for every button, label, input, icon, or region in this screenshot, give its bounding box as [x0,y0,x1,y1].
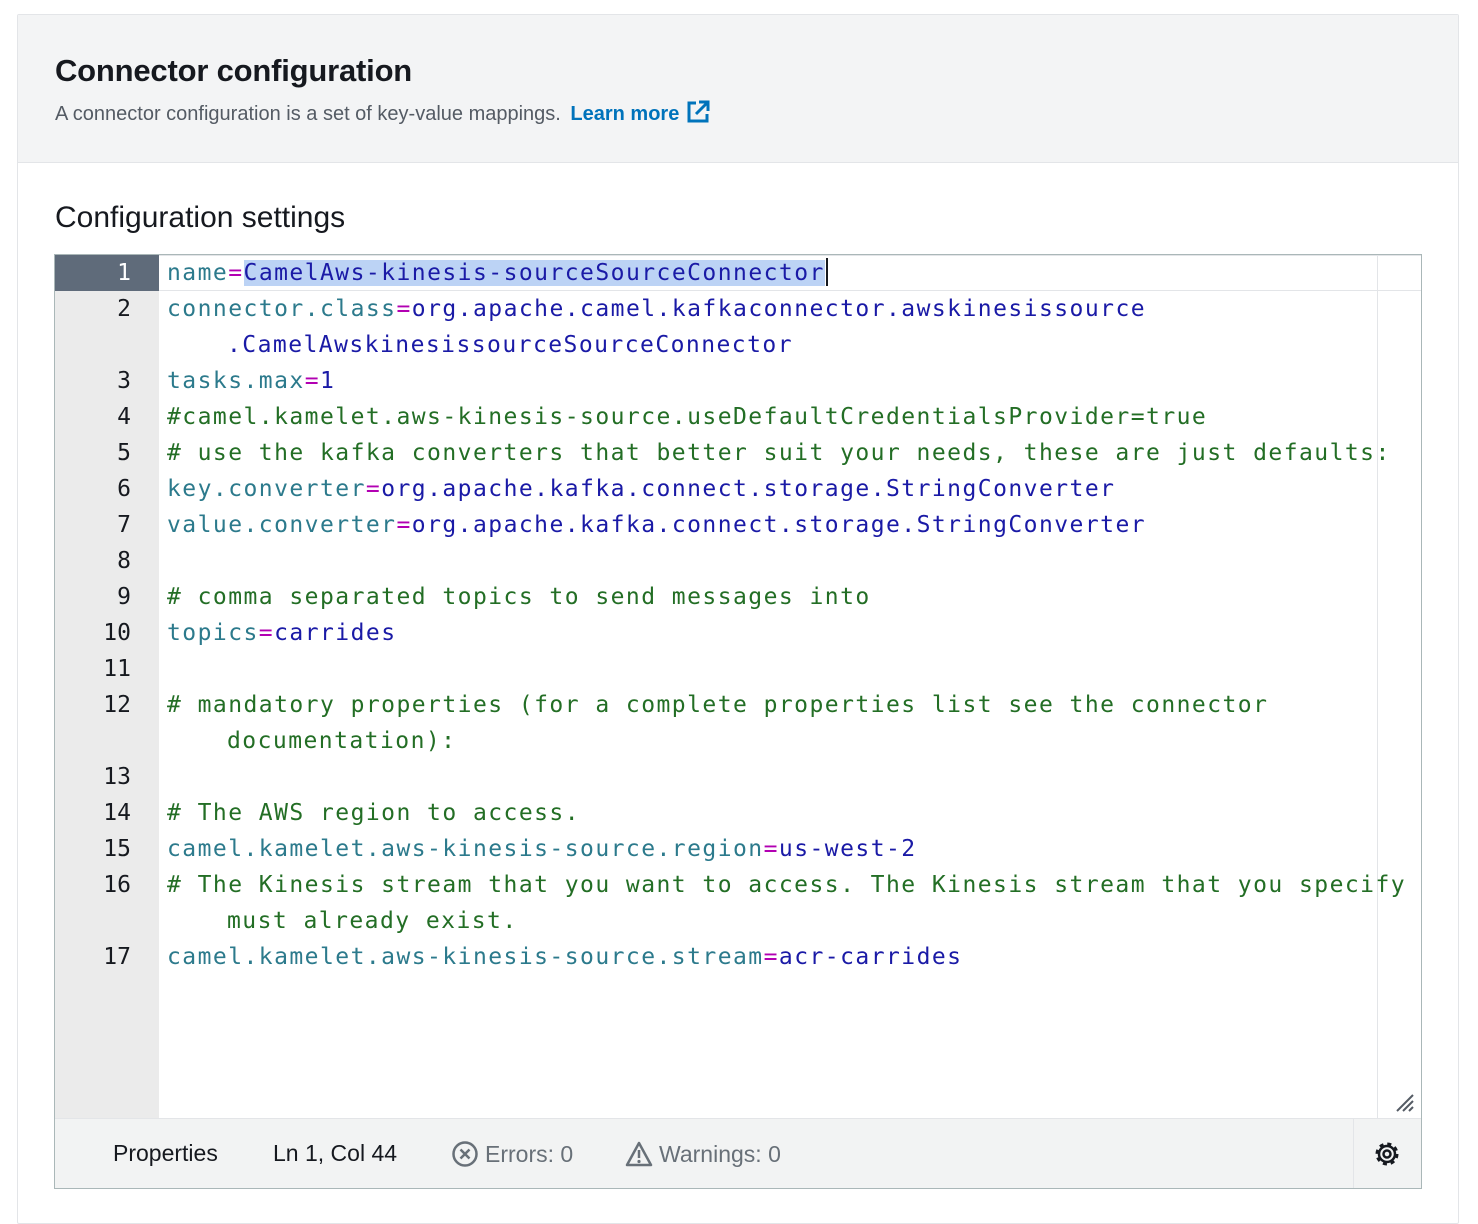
code-line: connector.class=org.apache.camel.kafkaco… [167,291,1146,327]
property-key: connector.class [167,296,397,322]
line-number: 7 [117,512,131,538]
equals-sign: = [228,260,244,286]
equals-sign: = [763,836,779,862]
warning-triangle-icon [625,1141,653,1167]
code-line: value.converter=org.apache.kafka.connect… [167,507,1146,543]
panel-header: Connector configuration A connector conf… [18,15,1458,163]
code-line: tasks.max=1 [167,363,335,399]
line-number: 10 [103,620,131,646]
code-line: key.converter=org.apache.kafka.connect.s… [167,471,1115,507]
code-comment: #camel.kamelet.aws-kinesis-source.useDef… [167,404,1208,430]
line-number: 11 [103,656,131,682]
equals-sign: = [396,296,412,322]
panel-title: Connector configuration [55,53,413,88]
property-key: topics [167,620,259,646]
errors-count: Errors: 0 [485,1141,574,1167]
errors-indicator[interactable]: Errors: 0 [451,1140,573,1168]
property-key: tasks.max [167,368,305,394]
equals-sign: = [763,944,779,970]
line-number: 1 [55,255,159,291]
error-circle-icon [452,1141,478,1167]
code-line-wrapped: .CamelAwskinesissourceSourceConnector [227,327,793,363]
status-divider [1353,1119,1354,1188]
panel-description: A connector configuration is a set of ke… [55,99,711,126]
property-value: us-west-2 [778,836,917,862]
property-value: 1 [320,368,336,394]
line-number: 6 [117,476,131,502]
property-key: camel.kamelet.aws-kinesis-source.region [167,836,764,862]
code-comment: # comma separated topics to send message… [167,584,871,610]
code-editor[interactable]: 1 2 3 4 5 6 7 8 9 10 11 12 13 14 15 16 1… [54,254,1422,1189]
equals-sign: = [365,476,382,502]
equals-sign: = [304,368,320,394]
external-link-icon [687,100,710,123]
property-value: org.apache.kafka.connect.storage.StringC… [411,512,1147,538]
code-comment: # use the kafka converters that better s… [167,440,1391,466]
code-line: topics=carrides [167,615,397,651]
learn-more-label: Learn more [570,103,680,125]
property-value-selected: CamelAws-kinesis-sourceSourceConnector [243,260,825,286]
section-title: Configuration settings [55,201,346,234]
property-key: camel.kamelet.aws-kinesis-source.stream [167,944,764,970]
property-key: key.converter [167,476,366,502]
line-number: 16 [103,872,131,898]
learn-more-link[interactable]: Learn more [570,100,711,125]
language-mode[interactable]: Properties [113,1140,218,1167]
code-line: name=CamelAws-kinesis-sourceSourceConnec… [167,255,828,291]
line-number: 13 [103,764,131,790]
warnings-indicator[interactable]: Warnings: 0 [625,1140,781,1168]
code-comment-wrapped: documentation): [227,728,457,754]
property-value: org.apache.kafka.connect.storage.StringC… [381,476,1116,502]
line-number: 14 [103,800,131,826]
gear-icon[interactable] [1372,1139,1402,1169]
line-number: 12 [103,692,131,718]
cursor-position: Ln 1, Col 44 [273,1140,398,1166]
code-comment: # The Kinesis stream that you want to ac… [167,872,1407,898]
property-key: value.converter [167,512,397,538]
line-number: 17 [103,944,131,970]
text-cursor [825,258,828,286]
line-number: 9 [117,584,131,610]
code-comment: # The AWS region to access. [167,800,581,826]
property-value: org.apache.camel.kafkaconnector.awskines… [411,296,1147,322]
line-number: 4 [117,404,131,430]
line-number: 2 [117,296,131,322]
resize-handle-icon[interactable] [1393,1091,1415,1113]
code-line: camel.kamelet.aws-kinesis-source.stream=… [167,939,962,975]
editor-status-bar: Properties Ln 1, Col 44 Errors: 0 Warnin… [55,1118,1421,1188]
code-comment-wrapped: must already exist. [227,908,518,934]
editor-right-margin [1377,255,1421,1118]
line-number: 5 [117,440,131,466]
property-value: acr-carrides [778,944,963,970]
equals-sign: = [258,620,275,646]
equals-sign: = [396,512,412,538]
line-number: 3 [117,368,131,394]
property-value: .CamelAwskinesissourceSourceConnector [227,332,793,358]
description-text: A connector configuration is a set of ke… [55,103,561,125]
line-number: 15 [103,836,131,862]
property-value: carrides [274,620,397,646]
code-comment: # mandatory properties (for a complete p… [167,692,1269,718]
code-line: camel.kamelet.aws-kinesis-source.region=… [167,831,917,867]
line-number: 8 [117,548,131,574]
property-key: name [167,260,229,286]
warnings-count: Warnings: 0 [659,1141,781,1167]
